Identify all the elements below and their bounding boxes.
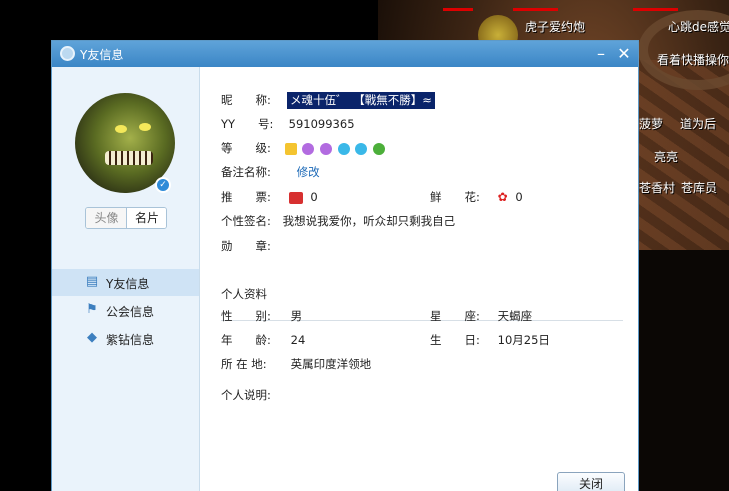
app-logo-icon bbox=[60, 46, 75, 61]
votes-value: 0 bbox=[310, 190, 318, 204]
hp-bar bbox=[443, 8, 473, 11]
edit-remark-link[interactable]: 修改 bbox=[297, 164, 320, 180]
close-window-button[interactable]: ✕ bbox=[614, 44, 634, 64]
gender-value: 男 bbox=[290, 309, 303, 323]
game-shadow-right bbox=[638, 250, 729, 491]
signature-value: 我想说我爱你，听众却只剩我自己 bbox=[282, 214, 456, 228]
yy-label: YY 号: bbox=[221, 117, 274, 131]
nickname-row: 昵 称: bbox=[221, 92, 273, 110]
player-name[interactable]: 看着快播操你 bbox=[657, 51, 729, 68]
ticket-icon bbox=[288, 191, 303, 204]
diamond-icon: ◆ bbox=[87, 330, 97, 345]
nickname-value[interactable]: メ魂十伍゛ 【戰無不勝】≈ bbox=[287, 92, 435, 109]
avatar-mouth bbox=[105, 151, 153, 165]
sidebar-item-purple-diamond[interactable]: ◆ 紫钻信息 bbox=[52, 325, 199, 352]
flower-icon: ✿ bbox=[497, 190, 508, 204]
sidebar-item-yy-info[interactable]: ▤ Y友信息 bbox=[52, 269, 199, 296]
flowers-value: 0 bbox=[515, 190, 523, 204]
nickname-label: 昵 称: bbox=[221, 93, 271, 107]
player-name[interactable]: 道为后 bbox=[680, 115, 716, 132]
flowers-row: 鲜 花: ✿ 0 bbox=[430, 189, 523, 207]
votes-row: 推 票: 0 bbox=[221, 189, 318, 207]
moon-icon bbox=[302, 142, 315, 155]
remark-label: 备注名称: bbox=[221, 165, 271, 179]
sidebar-item-label: 紫钻信息 bbox=[106, 333, 155, 347]
star-icon bbox=[355, 142, 368, 155]
player-name[interactable]: 心跳de感觉 bbox=[668, 18, 729, 35]
player-name[interactable]: 苍库员 bbox=[681, 179, 717, 196]
player-name[interactable]: 虎子爱约炮 bbox=[525, 18, 585, 35]
player-name[interactable]: 亮亮 bbox=[654, 148, 678, 165]
crown-icon bbox=[284, 142, 297, 155]
birthday-value: 10月25日 bbox=[497, 333, 550, 347]
avatar-eye bbox=[139, 123, 151, 131]
birthday-label: 生 日: bbox=[430, 333, 480, 347]
flowers-label: 鲜 花: bbox=[430, 190, 480, 204]
id-card-icon: ▤ bbox=[85, 274, 99, 289]
leaf-icon bbox=[372, 142, 385, 155]
close-button[interactable]: 关闭 bbox=[557, 472, 625, 491]
title-bar[interactable]: Y友信息 – ✕ bbox=[52, 41, 638, 67]
yy-value: 591099365 bbox=[288, 117, 355, 131]
sidebar-item-label: 公会信息 bbox=[106, 305, 155, 319]
signature-row: 个性签名: 我想说我爱你，听众却只剩我自己 bbox=[221, 213, 455, 231]
medal-label: 勋 章: bbox=[221, 239, 271, 253]
player-name[interactable]: 菠萝 bbox=[639, 115, 663, 132]
gender-label: 性 别: bbox=[221, 309, 271, 323]
age-label: 年 龄: bbox=[221, 333, 271, 347]
sidebar: ✓ 头像 名片 ▤ Y友信息 ⚑ 公会信息 ◆ 紫钻信息 bbox=[52, 67, 200, 491]
remark-row: 备注名称: 修改 bbox=[221, 164, 320, 182]
medal-row: 勋 章: bbox=[221, 238, 273, 256]
age-row: 年 龄: 24 bbox=[221, 332, 305, 350]
location-value: 英属印度洋领地 bbox=[290, 357, 372, 371]
profile-content: 昵 称: メ魂十伍゛ 【戰無不勝】≈ YY 号: 591099365 等 级: … bbox=[201, 67, 639, 491]
level-label: 等 级: bbox=[221, 141, 271, 155]
age-value: 24 bbox=[290, 333, 306, 347]
profile-dialog: Y友信息 – ✕ ✓ 头像 名片 ▤ Y友信息 ⚑ 公会信息 ◆ 紫钻信息 昵 … bbox=[51, 40, 639, 491]
personal-section-title: 个人资料 bbox=[221, 287, 267, 301]
zodiac-label: 星 座: bbox=[430, 309, 480, 323]
verified-badge-icon: ✓ bbox=[155, 177, 171, 193]
star-icon bbox=[337, 142, 350, 155]
view-toggle: 头像 名片 bbox=[85, 207, 167, 229]
hp-bar bbox=[633, 8, 678, 11]
description-row: 个人说明: bbox=[221, 387, 273, 405]
window-title: Y友信息 bbox=[80, 48, 124, 62]
location-row: 所 在 地: 英属印度洋领地 bbox=[221, 356, 371, 374]
birthday-row: 生 日: 10月25日 bbox=[430, 332, 550, 350]
tab-card[interactable]: 名片 bbox=[126, 208, 166, 228]
flag-icon: ⚑ bbox=[86, 302, 98, 317]
yy-row: YY 号: 591099365 bbox=[221, 116, 355, 134]
gender-row: 性 别: 男 bbox=[221, 308, 302, 326]
minimize-button[interactable]: – bbox=[591, 44, 611, 64]
zodiac-value: 天蝎座 bbox=[497, 309, 533, 323]
hp-bar bbox=[513, 8, 558, 11]
votes-label: 推 票: bbox=[221, 190, 271, 204]
level-icons bbox=[284, 141, 387, 155]
zodiac-row: 星 座: 天蝎座 bbox=[430, 308, 532, 326]
sidebar-item-label: Y友信息 bbox=[106, 277, 150, 291]
signature-label: 个性签名: bbox=[221, 214, 271, 228]
description-label: 个人说明: bbox=[221, 388, 271, 402]
location-label: 所 在 地: bbox=[221, 357, 267, 371]
level-row: 等 级: bbox=[221, 140, 387, 158]
avatar-eye bbox=[115, 125, 127, 133]
tab-avatar[interactable]: 头像 bbox=[86, 208, 127, 228]
player-name[interactable]: 苍香村 bbox=[639, 179, 675, 196]
moon-icon bbox=[319, 142, 332, 155]
sidebar-item-guild-info[interactable]: ⚑ 公会信息 bbox=[52, 297, 199, 324]
